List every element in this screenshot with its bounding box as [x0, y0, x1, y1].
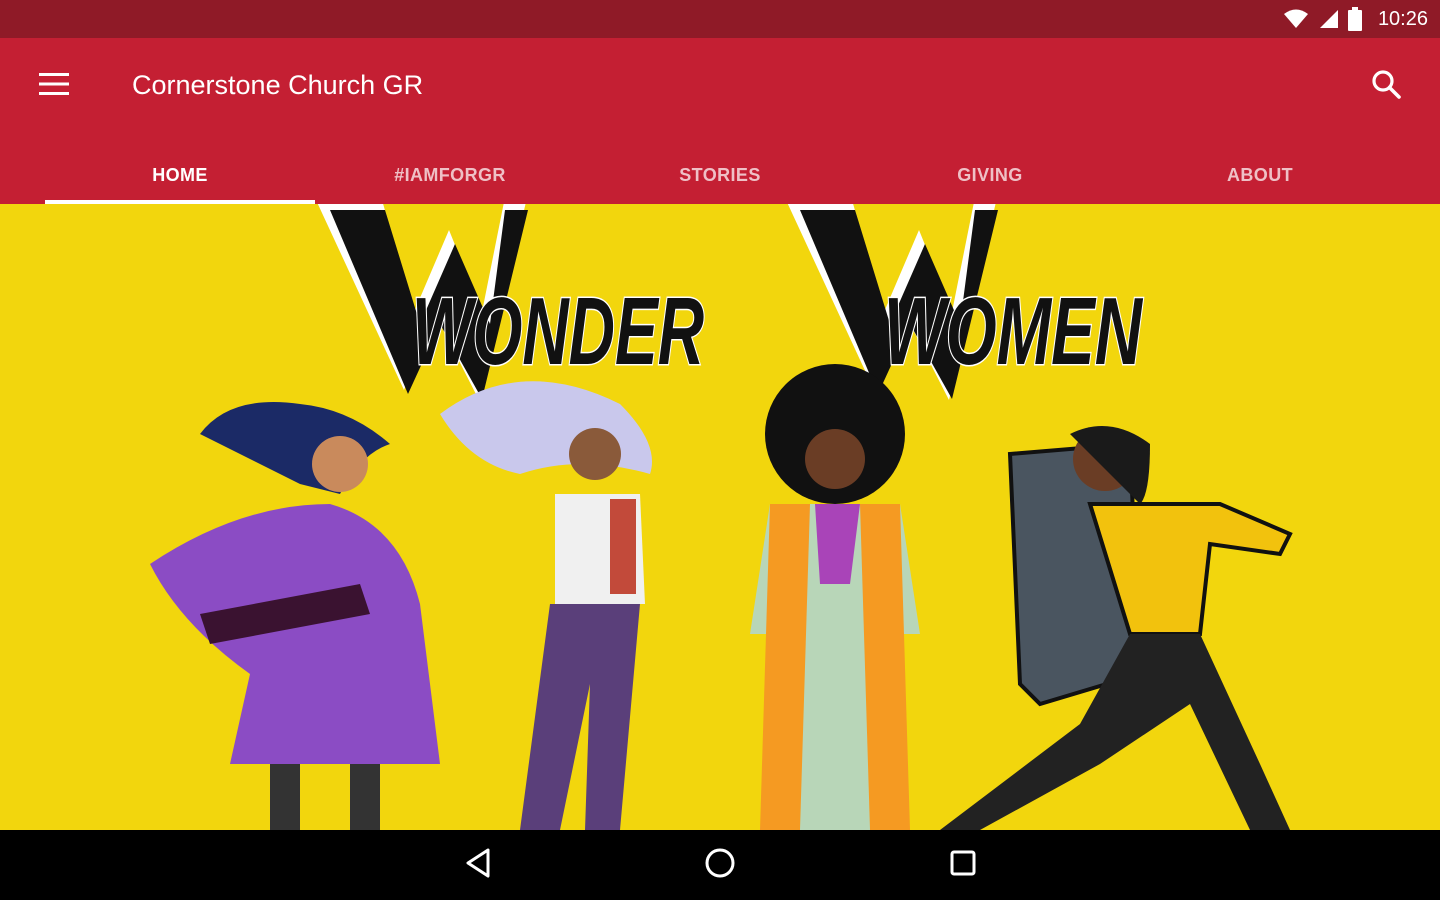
tab-home[interactable]: HOME	[45, 146, 315, 204]
tab-bar: HOME #IAMFORGR STORIES GIVING ABOUT	[45, 146, 1395, 204]
search-button[interactable]	[1364, 64, 1408, 108]
tab-iamforgr[interactable]: #IAMFORGR	[315, 146, 585, 204]
hamburger-menu-icon	[39, 72, 69, 101]
cell-signal-icon	[1318, 9, 1338, 29]
system-nav-bar	[0, 830, 1440, 900]
recents-button[interactable]	[938, 840, 988, 890]
hero-word-women: WOMEN	[884, 278, 1143, 385]
home-circle-icon	[704, 847, 736, 884]
tab-about[interactable]: ABOUT	[1125, 146, 1395, 204]
back-triangle-icon	[464, 848, 492, 883]
app-title: Cornerstone Church GR	[132, 70, 424, 100]
hero-character-3	[750, 364, 920, 830]
app-bar: Cornerstone Church GR HOME #IAMFORGR STO…	[0, 38, 1440, 204]
search-icon	[1371, 69, 1401, 104]
tab-stories[interactable]: STORIES	[585, 146, 855, 204]
status-time: 10:26	[1377, 7, 1428, 30]
hero-word-wonder: WONDER	[412, 278, 704, 385]
tab-giving[interactable]: GIVING	[855, 146, 1125, 204]
recents-square-icon	[949, 849, 977, 882]
status-bar: 10:26	[0, 0, 1440, 38]
menu-button[interactable]	[34, 66, 74, 106]
hero-artwork: WONDER WOMEN	[0, 204, 1440, 830]
wifi-icon	[1283, 9, 1308, 29]
battery-icon	[1347, 7, 1362, 31]
back-button[interactable]	[453, 840, 503, 890]
hero-banner[interactable]: WONDER WOMEN	[0, 204, 1440, 830]
home-button[interactable]	[695, 840, 745, 890]
